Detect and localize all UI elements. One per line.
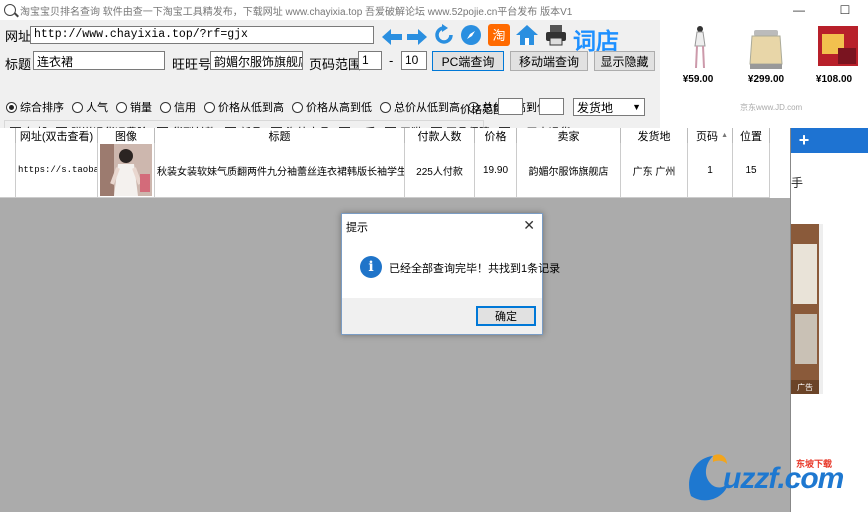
sort-option[interactable]: 销量 bbox=[116, 99, 152, 115]
forward-arrow-icon[interactable] bbox=[405, 25, 429, 49]
printer-icon[interactable] bbox=[544, 23, 568, 47]
ship-from-select[interactable]: 发货地 ▼ bbox=[573, 98, 645, 116]
cell-page[interactable]: 1 bbox=[688, 143, 733, 198]
svg-text:淘: 淘 bbox=[492, 29, 505, 44]
ad-item[interactable]: ¥299.00 bbox=[734, 24, 798, 94]
sort-option[interactable]: 综合排序 bbox=[6, 99, 64, 115]
info-icon: i bbox=[360, 256, 382, 278]
radio-icon[interactable] bbox=[380, 101, 391, 113]
price-from-input[interactable] bbox=[498, 98, 523, 115]
wangwang-input[interactable]: 韵媚尔服饰旗舰店 bbox=[210, 51, 303, 70]
col-image[interactable]: 图像 bbox=[98, 128, 155, 143]
title-label: 标题 bbox=[5, 57, 32, 72]
row-header-corner bbox=[0, 128, 16, 143]
toolbar: 网址 http://www.chayixia.top/?rf=gjx 淘 词店 … bbox=[0, 20, 660, 144]
col-url[interactable]: 网址(双击查看) bbox=[16, 128, 98, 143]
cell-image[interactable] bbox=[98, 143, 155, 198]
price-to-input[interactable] bbox=[539, 98, 564, 115]
product-thumbnail bbox=[100, 144, 152, 196]
col-price[interactable]: 价格 bbox=[475, 128, 517, 143]
sort-option[interactable]: 信用 bbox=[160, 99, 196, 115]
title-input[interactable]: 连衣裙 bbox=[33, 51, 165, 70]
url-label: 网址 bbox=[5, 29, 32, 44]
ad-footer: 京东www.JD.com bbox=[740, 103, 803, 112]
ok-button[interactable]: 确定 bbox=[476, 306, 536, 326]
radio-icon[interactable] bbox=[292, 101, 303, 113]
col-position[interactable]: 位置 bbox=[733, 128, 770, 143]
col-page[interactable]: 页码 ▲ bbox=[688, 128, 733, 143]
radio-icon[interactable] bbox=[116, 101, 127, 113]
page-range-label: 页码范围 bbox=[309, 57, 362, 72]
maximize-button[interactable]: ☐ bbox=[822, 0, 868, 20]
cell-seller[interactable]: 韵媚尔服饰旗舰店 bbox=[517, 143, 621, 198]
cell-location[interactable]: 广东 广州 bbox=[621, 143, 688, 198]
ad-price: ¥108.00 bbox=[815, 74, 853, 85]
mobile-search-button[interactable]: 移动端查询 bbox=[510, 51, 588, 71]
sort-up-icon: ▲ bbox=[721, 132, 728, 139]
sort-option[interactable]: 价格从低到高 bbox=[204, 99, 284, 115]
page-to-input[interactable]: 10 bbox=[401, 51, 427, 70]
wangwang-label: 旺旺号 bbox=[172, 57, 212, 72]
product-box-image bbox=[818, 26, 858, 66]
watermark-sub: 东坡下载 bbox=[796, 459, 833, 469]
home-icon[interactable] bbox=[515, 23, 539, 47]
price-sep: - bbox=[528, 99, 533, 114]
ad-panel: ¥59.00 ¥299.00 ¥108.00 京东www.JD.com bbox=[660, 20, 868, 128]
title-bar: 淘宝宝贝排名查询 软件由查一下淘宝工具精发布，下载网址 www.chayixia… bbox=[0, 0, 868, 20]
watermark-logo: uzzf.com 东坡下载 bbox=[683, 448, 863, 506]
cell-url[interactable]: https://s.taobao... bbox=[16, 143, 98, 198]
plus-icon[interactable]: + bbox=[794, 130, 814, 150]
sort-option[interactable]: 价格从高到低 bbox=[292, 99, 372, 115]
results-table: 网址(双击查看) 图像 标题 付款人数 价格 卖家 发货地 页码 ▲ 位置 ht… bbox=[0, 128, 790, 198]
side-header: + bbox=[791, 128, 868, 153]
radio-icon[interactable] bbox=[72, 101, 83, 113]
ad-price: ¥299.00 bbox=[747, 74, 785, 85]
table-row[interactable]: https://s.taobao... 秋装女装软妹气质翻两件九分袖蕾丝连衣裙韩… bbox=[0, 143, 770, 198]
chevron-down-icon: ▼ bbox=[632, 102, 641, 112]
dialog-message: 已经全部查询完毕！共找到1条记录 bbox=[389, 263, 561, 275]
side-scrollbar[interactable] bbox=[819, 224, 823, 394]
table-header: 网址(双击查看) 图像 标题 付款人数 价格 卖家 发货地 页码 ▲ 位置 bbox=[0, 128, 770, 143]
toggle-visibility-button[interactable]: 显示隐藏 bbox=[594, 51, 655, 71]
cell-title[interactable]: 秋装女装软妹气质翻两件九分袖蕾丝连衣裙韩版长袖学生裙子显... bbox=[155, 143, 405, 198]
dress-image bbox=[694, 26, 706, 69]
message-dialog: 提示 ✕ i 已经全部查询完毕！共找到1条记录 确定 bbox=[341, 213, 560, 335]
sort-option[interactable]: 人气 bbox=[72, 99, 108, 115]
kettle-image bbox=[749, 30, 783, 69]
radio-icon[interactable] bbox=[160, 101, 171, 113]
cell-position[interactable]: 15 bbox=[733, 143, 770, 198]
dialog-footer: 确定 bbox=[342, 298, 542, 334]
cell-paid[interactable]: 225人付款 bbox=[405, 143, 475, 198]
ad-tag: 广告 bbox=[791, 380, 819, 394]
col-paid[interactable]: 付款人数 bbox=[405, 128, 475, 143]
col-location[interactable]: 发货地 bbox=[621, 128, 688, 143]
url-input[interactable]: http://www.chayixia.top/?rf=gjx bbox=[30, 26, 374, 44]
col-seller[interactable]: 卖家 bbox=[517, 128, 621, 143]
pc-search-button[interactable]: PC端查询 bbox=[432, 51, 504, 71]
dialog-title: 提示 bbox=[346, 222, 368, 234]
radio-icon[interactable] bbox=[6, 101, 17, 113]
side-text: 手 bbox=[791, 176, 804, 190]
taobao-icon[interactable]: 淘 bbox=[487, 23, 511, 47]
side-photo bbox=[791, 224, 821, 394]
page-from-input[interactable]: 1 bbox=[358, 51, 382, 70]
compass-icon[interactable] bbox=[459, 23, 483, 47]
cell-price[interactable]: 19.90 bbox=[475, 143, 517, 198]
close-icon[interactable]: ✕ bbox=[523, 217, 535, 234]
ad-price: ¥59.00 bbox=[682, 74, 714, 85]
page-sep: - bbox=[389, 53, 394, 68]
sort-option[interactable]: 总价从低到高 bbox=[380, 99, 460, 115]
ad-item[interactable]: ¥108.00 bbox=[802, 24, 866, 94]
row-header[interactable] bbox=[0, 143, 16, 198]
col-title[interactable]: 标题 bbox=[155, 128, 405, 143]
ad-item[interactable]: ¥59.00 bbox=[666, 24, 730, 94]
radio-icon[interactable] bbox=[204, 101, 215, 113]
refresh-icon[interactable] bbox=[432, 23, 456, 47]
minimize-button[interactable]: — bbox=[776, 0, 822, 20]
window-title: 淘宝宝贝排名查询 软件由查一下淘宝工具精发布，下载网址 www.chayixia… bbox=[20, 6, 573, 18]
search-icon bbox=[4, 4, 16, 16]
back-arrow-icon[interactable] bbox=[380, 25, 404, 49]
